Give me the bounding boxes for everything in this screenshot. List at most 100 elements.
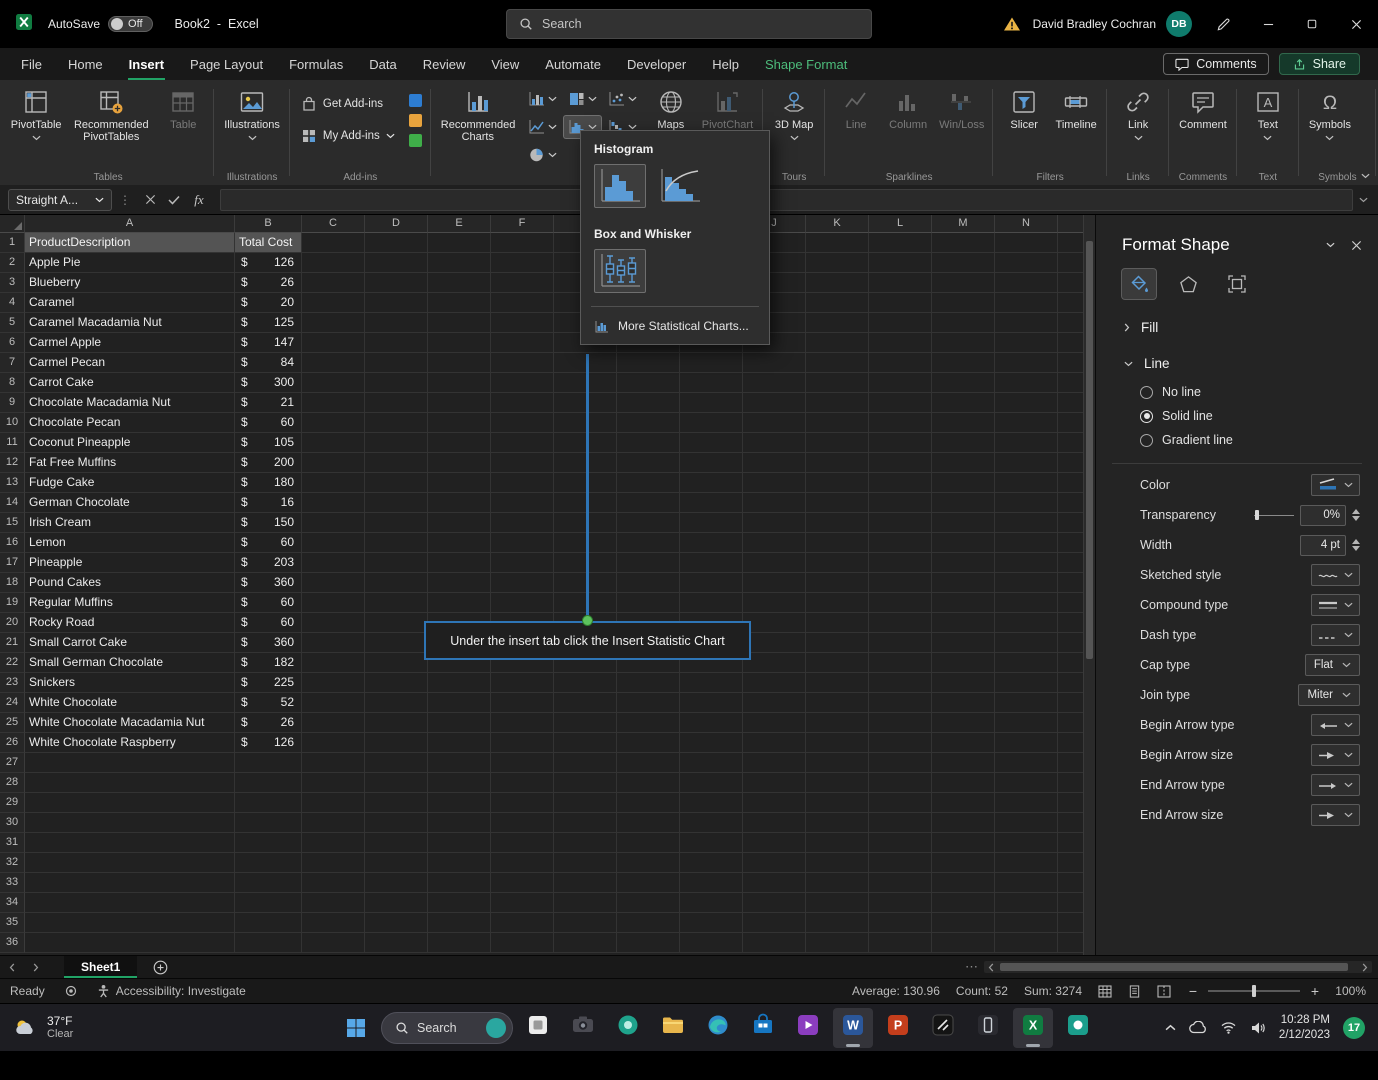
- cell-H7[interactable]: [617, 353, 680, 373]
- cell-O4[interactable]: [1058, 293, 1083, 313]
- cell-G25[interactable]: [554, 713, 617, 733]
- cell-E3[interactable]: [428, 273, 491, 293]
- cell-C23[interactable]: [302, 673, 365, 693]
- row-header-9[interactable]: 9: [0, 393, 25, 413]
- cell-O26[interactable]: [1058, 733, 1083, 753]
- cell-N1[interactable]: [995, 233, 1058, 253]
- cell-K6[interactable]: [806, 333, 869, 353]
- cell-H19[interactable]: [617, 593, 680, 613]
- effects-tab[interactable]: [1171, 269, 1205, 299]
- cell-I33[interactable]: [680, 873, 743, 893]
- cell-H30[interactable]: [617, 813, 680, 833]
- color-button[interactable]: [1311, 474, 1360, 496]
- horizontal-scrollbar[interactable]: [984, 961, 1372, 973]
- row-header-19[interactable]: 19: [0, 593, 25, 613]
- cell-H35[interactable]: [617, 913, 680, 933]
- straight-arrow-connector[interactable]: [586, 354, 589, 620]
- cell-J16[interactable]: [743, 533, 806, 553]
- begin-arrow-size-dropdown[interactable]: [1311, 744, 1360, 766]
- cell-F6[interactable]: [491, 333, 554, 353]
- pen-icon[interactable]: [1206, 0, 1240, 48]
- cell-F17[interactable]: [491, 553, 554, 573]
- cell-E26[interactable]: [428, 733, 491, 753]
- cell-C24[interactable]: [302, 693, 365, 713]
- row-header-24[interactable]: 24: [0, 693, 25, 713]
- connector-endpoint-handle[interactable]: [582, 615, 593, 626]
- sheet-tab-sheet1[interactable]: Sheet1: [64, 956, 137, 978]
- cell-I36[interactable]: [680, 933, 743, 953]
- cell-C20[interactable]: [302, 613, 365, 633]
- row-header-27[interactable]: 27: [0, 753, 25, 773]
- cell-D4[interactable]: [365, 293, 428, 313]
- horizontal-scrollbar-thumb[interactable]: [1000, 963, 1348, 971]
- cell-E12[interactable]: [428, 453, 491, 473]
- cell-M26[interactable]: [932, 733, 995, 753]
- cell-L21[interactable]: [869, 633, 932, 653]
- cell-B26[interactable]: $126: [235, 733, 302, 753]
- cell-L9[interactable]: [869, 393, 932, 413]
- maximize-button[interactable]: [1290, 0, 1334, 48]
- row-header-21[interactable]: 21: [0, 633, 25, 653]
- cell-M16[interactable]: [932, 533, 995, 553]
- cell-A15[interactable]: Irish Cream: [25, 513, 235, 533]
- cell-A19[interactable]: Regular Muffins: [25, 593, 235, 613]
- row-header-7[interactable]: 7: [0, 353, 25, 373]
- cell-A10[interactable]: Chocolate Pecan: [25, 413, 235, 433]
- cell-O11[interactable]: [1058, 433, 1083, 453]
- cell-B30[interactable]: [235, 813, 302, 833]
- cell-H23[interactable]: [617, 673, 680, 693]
- cell-C25[interactable]: [302, 713, 365, 733]
- cell-K16[interactable]: [806, 533, 869, 553]
- cell-O7[interactable]: [1058, 353, 1083, 373]
- cell-C29[interactable]: [302, 793, 365, 813]
- sheet-nav-right[interactable]: [24, 956, 48, 978]
- cell-M5[interactable]: [932, 313, 995, 333]
- ribbon-tab-home[interactable]: Home: [55, 48, 116, 80]
- cell-B28[interactable]: [235, 773, 302, 793]
- accessibility-status[interactable]: Accessibility: Investigate: [87, 984, 256, 998]
- end-arrow-type-dropdown[interactable]: [1311, 774, 1360, 796]
- cell-O9[interactable]: [1058, 393, 1083, 413]
- cell-C31[interactable]: [302, 833, 365, 853]
- wifi-icon[interactable]: [1220, 1021, 1237, 1034]
- cell-M27[interactable]: [932, 753, 995, 773]
- start-button[interactable]: [336, 1008, 376, 1048]
- column-header-A[interactable]: A: [25, 215, 235, 233]
- 3d-map-button[interactable]: 3D Map: [768, 84, 820, 143]
- cell-L11[interactable]: [869, 433, 932, 453]
- cell-F15[interactable]: [491, 513, 554, 533]
- dash-type-dropdown[interactable]: [1311, 624, 1360, 646]
- cell-F19[interactable]: [491, 593, 554, 613]
- taskbar-app-task-view[interactable]: [518, 1008, 558, 1048]
- cell-H16[interactable]: [617, 533, 680, 553]
- cell-L24[interactable]: [869, 693, 932, 713]
- taskbar-app-media[interactable]: [788, 1008, 828, 1048]
- fill-line-tab[interactable]: [1122, 269, 1156, 299]
- cell-J27[interactable]: [743, 753, 806, 773]
- cell-K27[interactable]: [806, 753, 869, 773]
- cell-K18[interactable]: [806, 573, 869, 593]
- cell-E18[interactable]: [428, 573, 491, 593]
- insert-scatter-chart-button[interactable]: [604, 88, 641, 110]
- cell-O19[interactable]: [1058, 593, 1083, 613]
- cell-F31[interactable]: [491, 833, 554, 853]
- cell-A25[interactable]: White Chocolate Macadamia Nut: [25, 713, 235, 733]
- insert-pie-chart-button[interactable]: [524, 144, 561, 166]
- row-header-25[interactable]: 25: [0, 713, 25, 733]
- cell-M4[interactable]: [932, 293, 995, 313]
- cell-F4[interactable]: [491, 293, 554, 313]
- cell-B35[interactable]: [235, 913, 302, 933]
- cell-D22[interactable]: [365, 653, 428, 673]
- cell-L8[interactable]: [869, 373, 932, 393]
- cell-C10[interactable]: [302, 413, 365, 433]
- cell-B2[interactable]: $126: [235, 253, 302, 273]
- column-header-L[interactable]: L: [869, 215, 932, 233]
- cell-L2[interactable]: [869, 253, 932, 273]
- sketched-style-dropdown[interactable]: [1311, 564, 1360, 586]
- cell-B16[interactable]: $60: [235, 533, 302, 553]
- cell-C21[interactable]: [302, 633, 365, 653]
- cell-H10[interactable]: [617, 413, 680, 433]
- cell-E35[interactable]: [428, 913, 491, 933]
- zoom-slider-thumb[interactable]: [1252, 985, 1256, 997]
- pareto-chart-option[interactable]: [654, 164, 706, 208]
